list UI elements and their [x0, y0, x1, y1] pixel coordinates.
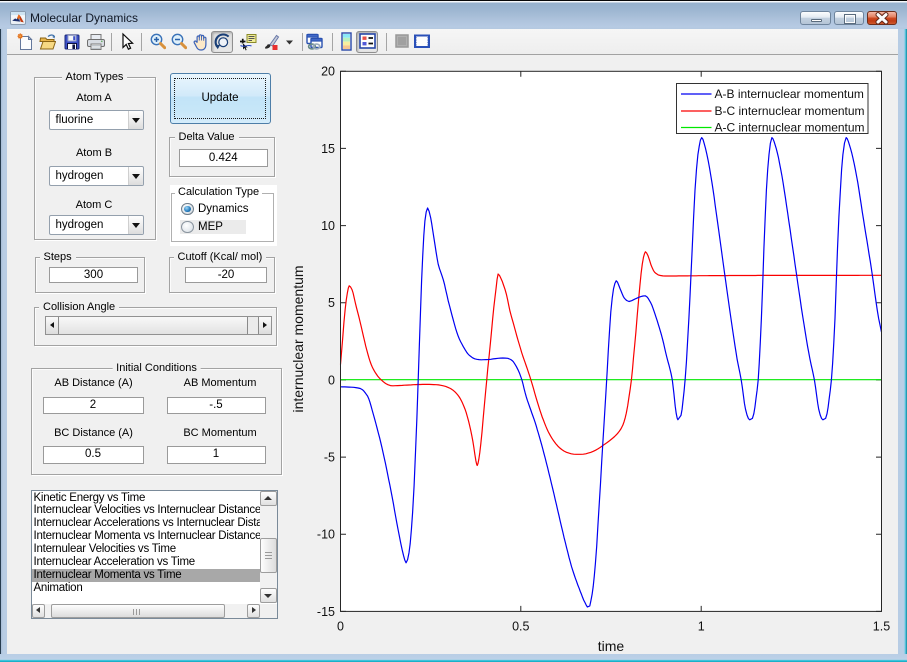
svg-text:0: 0: [337, 620, 344, 634]
svg-text:-10: -10: [317, 528, 335, 542]
svg-text:-5: -5: [324, 451, 335, 465]
svg-text:A-B internuclear momentum: A-B internuclear momentum: [715, 87, 864, 101]
svg-text:1: 1: [698, 620, 705, 634]
svg-text:5: 5: [328, 296, 335, 310]
svg-text:A-C internuclear momentum: A-C internuclear momentum: [715, 121, 865, 135]
svg-text:1.5: 1.5: [873, 620, 890, 634]
svg-text:-15: -15: [317, 605, 335, 619]
svg-text:time: time: [598, 638, 625, 654]
svg-text:20: 20: [321, 65, 335, 79]
svg-text:internuclear momentum: internuclear momentum: [290, 265, 306, 412]
svg-text:0: 0: [328, 373, 335, 387]
svg-text:15: 15: [321, 142, 335, 156]
svg-text:10: 10: [321, 219, 335, 233]
svg-text:B-C internuclear momentum: B-C internuclear momentum: [715, 104, 865, 118]
svg-text:0.5: 0.5: [512, 620, 529, 634]
